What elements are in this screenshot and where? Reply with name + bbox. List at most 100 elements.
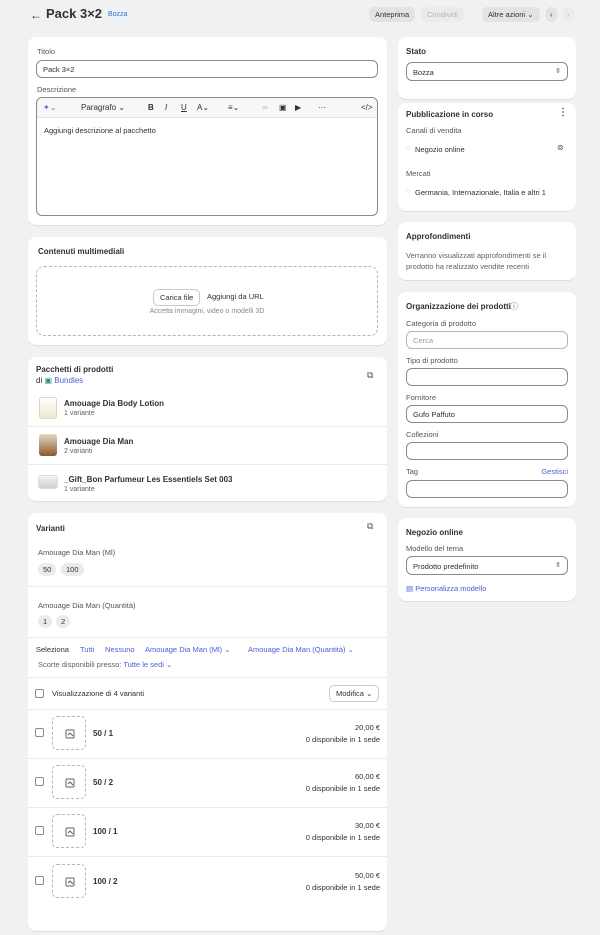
next-product-button[interactable]: › — [563, 7, 574, 22]
more-actions-button[interactable]: Altre azioni ⌄ — [482, 7, 540, 22]
template-select[interactable]: Prodotto predefinito ⇳ — [406, 556, 568, 575]
filter-option1-label: Amouage Dia Man (Ml) — [145, 645, 223, 654]
channel-name: Negozio online — [415, 145, 465, 154]
option-value-chip[interactable]: 50 — [38, 563, 57, 576]
bundles-app-line: di ▣ Bundles — [36, 376, 83, 385]
variant-checkbox[interactable] — [35, 777, 44, 786]
bundles-app-icon: ▣ — [44, 376, 53, 385]
edit-bundle-icon[interactable]: ⧉ — [367, 370, 373, 381]
video-icon[interactable]: ▶ — [295, 103, 301, 112]
product-thumbnail — [39, 434, 57, 456]
variant-name[interactable]: 100 / 2 — [93, 877, 117, 886]
organization-card: Organizzazione dei prodotti ⓘ Categoria … — [398, 292, 576, 507]
variant-name[interactable]: 100 / 1 — [93, 827, 117, 836]
collections-input[interactable] — [406, 442, 568, 460]
select-none-link[interactable]: Nessuno — [105, 645, 135, 654]
option-value-chip[interactable]: 2 — [56, 615, 71, 628]
edit-options-icon[interactable]: ⧉ — [367, 521, 373, 532]
variant-checkbox[interactable] — [35, 728, 44, 737]
variant-checkbox[interactable] — [35, 826, 44, 835]
insights-text-line: Verranno visualizzati approfondimenti se… — [406, 251, 547, 260]
variant-availability[interactable]: 0 disponibile in 1 sede — [306, 735, 380, 744]
variant-image-placeholder[interactable] — [52, 814, 86, 848]
stock-location-dropdown[interactable]: Tutte le sedi ⌄ — [123, 660, 172, 669]
divider — [28, 586, 387, 587]
edit-variants-button[interactable]: Modifica ⌄ — [329, 685, 380, 702]
underline-icon[interactable]: U — [181, 103, 187, 112]
bold-icon[interactable]: B — [148, 103, 154, 112]
title-description-card: Titolo Pack 3×2 Descrizione ✦⌄ Paragrafo… — [28, 37, 387, 225]
product-type-label: Tipo di prodotto — [406, 356, 458, 365]
variant-image-placeholder[interactable] — [52, 864, 86, 898]
info-icon[interactable]: ⓘ — [510, 301, 518, 312]
stock-location-value: Tutte le sedi — [123, 660, 164, 669]
media-dropzone[interactable]: Carica file Aggiungi da URL Accetta imma… — [36, 266, 378, 336]
more-formatting-icon[interactable]: ··· — [318, 103, 326, 112]
divider — [28, 464, 387, 465]
preview-button[interactable]: Anteprima — [369, 7, 416, 22]
stock-location-line: Scorte disponibili presso: Tutte le sedi… — [38, 660, 172, 669]
variant-availability[interactable]: 0 disponibile in 1 sede — [306, 784, 380, 793]
variant-image-placeholder[interactable] — [52, 765, 86, 799]
align-icon[interactable]: ≡⌄ — [228, 103, 239, 112]
image-icon[interactable]: ▣ — [279, 103, 287, 112]
variant-price[interactable]: 20,00 € — [355, 723, 380, 732]
status-heading: Stato — [406, 47, 426, 56]
filter-option1-dropdown[interactable]: Amouage Dia Man (Ml) ⌄ — [145, 645, 231, 654]
variant-availability[interactable]: 0 disponibile in 1 sede — [306, 833, 380, 842]
text-color-icon[interactable]: A⌄ — [197, 103, 209, 112]
description-editor[interactable]: ✦⌄ Paragrafo ⌄ B I U A⌄ ≡⌄ ∞ ▣ ▶ ··· </>… — [36, 97, 378, 216]
page-title: Pack 3×2 — [46, 6, 103, 21]
italic-icon[interactable]: I — [165, 103, 167, 112]
variant-availability[interactable]: 0 disponibile in 1 sede — [306, 883, 380, 892]
divider — [28, 677, 387, 678]
variant-image-placeholder[interactable] — [52, 716, 86, 750]
option2-name: Amouage Dia Man (Quantità) — [38, 601, 136, 610]
variant-name[interactable]: 50 / 1 — [93, 729, 113, 738]
media-heading: Contenuti multimediali — [38, 247, 125, 256]
paragraph-select[interactable]: Paragrafo ⌄ — [81, 103, 125, 112]
variant-price[interactable]: 30,00 € — [355, 821, 380, 830]
share-button[interactable]: Condividi — [421, 7, 464, 22]
manage-tags-link[interactable]: Gestisci — [541, 467, 568, 476]
status-select[interactable]: Bozza ⇳ — [406, 62, 568, 81]
variant-price[interactable]: 60,00 € — [355, 772, 380, 781]
option-value-chip[interactable]: 100 — [61, 563, 84, 576]
schedule-icon[interactable]: ⊚ — [557, 143, 564, 152]
ai-sparkle-icon[interactable]: ✦⌄ — [43, 103, 56, 112]
code-view-icon[interactable]: </> — [361, 103, 373, 112]
product-type-input[interactable] — [406, 368, 568, 386]
variant-price[interactable]: 50,00 € — [355, 871, 380, 880]
more-options-icon[interactable]: ⋮ — [558, 107, 568, 118]
description-text: Aggiungi descrizione al pacchetto — [44, 126, 156, 135]
edit-label: Modifica — [336, 689, 364, 698]
vendor-input[interactable]: Gufo Paffuto — [406, 405, 568, 423]
template-value: Prodotto predefinito — [413, 562, 479, 571]
add-from-url-link[interactable]: Aggiungi da URL — [207, 292, 264, 301]
option-value-chip[interactable]: 1 — [38, 615, 53, 628]
product-thumbnail — [38, 475, 58, 489]
tags-label: Tag — [406, 467, 419, 476]
customize-template-link[interactable]: ▤ Personalizza modello — [406, 584, 486, 593]
markets-label: Mercati — [406, 169, 431, 178]
prev-product-button[interactable]: ‹ — [546, 7, 557, 22]
link-icon[interactable]: ∞ — [262, 103, 268, 112]
online-store-heading: Negozio online — [406, 528, 463, 537]
bundle-item-name: Amouage Dia Body Lotion — [64, 399, 164, 408]
tags-input[interactable] — [406, 480, 568, 498]
bundles-app-link[interactable]: Bundles — [54, 376, 83, 385]
back-arrow-icon[interactable]: ← — [30, 8, 42, 22]
category-input[interactable]: Cerca — [406, 331, 568, 349]
select-all-checkbox[interactable] — [35, 689, 44, 698]
variant-name[interactable]: 50 / 2 — [93, 778, 113, 787]
title-input[interactable]: Pack 3×2 — [36, 60, 378, 78]
title-label: Titolo — [37, 47, 56, 56]
variant-checkbox[interactable] — [35, 876, 44, 885]
select-arrows-icon: ⇳ — [555, 562, 561, 569]
filter-option2-dropdown[interactable]: Amouage Dia Man (Quantità) ⌄ — [248, 645, 354, 654]
select-all-link[interactable]: Tutti — [80, 645, 94, 654]
insights-card: Approfondimenti Verranno visualizzati ap… — [398, 222, 576, 280]
insights-heading: Approfondimenti — [406, 232, 471, 241]
divider — [28, 807, 387, 808]
upload-file-button[interactable]: Carica file — [153, 289, 201, 306]
